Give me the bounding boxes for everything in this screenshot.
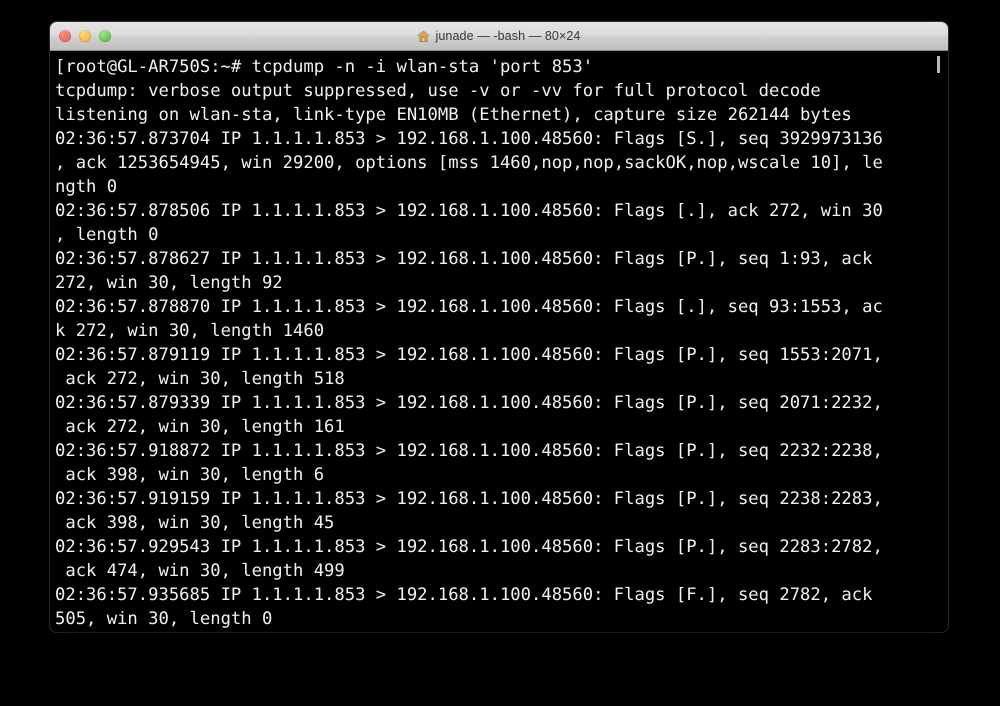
terminal-line: 02:36:57.878506 IP 1.1.1.1.853 > 192.168…	[55, 201, 883, 221]
window-title: junade — -bash — 80×24	[50, 29, 948, 43]
terminal-line: listening on wlan-sta, link-type EN10MB …	[55, 105, 852, 125]
window-title-bar[interactable]: junade — -bash — 80×24	[50, 22, 948, 51]
terminal-line: 505, win 30, length 0	[55, 609, 273, 629]
terminal-cursor	[937, 56, 940, 73]
terminal-line: ack 272, win 30, length 161	[55, 417, 345, 437]
terminal-output-area[interactable]: [root@GL-AR750S:~# tcpdump -n -i wlan-st…	[50, 51, 948, 632]
terminal-line: 02:36:57.879339 IP 1.1.1.1.853 > 192.168…	[55, 393, 883, 413]
terminal-line: 02:36:57.878627 IP 1.1.1.1.853 > 192.168…	[55, 249, 873, 269]
terminal-line: 02:36:57.879119 IP 1.1.1.1.853 > 192.168…	[55, 345, 883, 365]
zoom-button[interactable]	[99, 30, 111, 42]
terminal-line: ack 474, win 30, length 499	[55, 561, 345, 581]
close-button[interactable]	[59, 30, 71, 42]
terminal-text[interactable]: [root@GL-AR750S:~# tcpdump -n -i wlan-st…	[55, 55, 948, 631]
terminal-line: ngth 0	[55, 177, 118, 197]
terminal-line: , ack 1253654945, win 29200, options [ms…	[55, 153, 883, 173]
minimize-button[interactable]	[79, 30, 91, 42]
terminal-line: 272, win 30, length 92	[55, 273, 283, 293]
terminal-line: k 272, win 30, length 1460	[55, 321, 325, 341]
terminal-line: 02:36:57.873704 IP 1.1.1.1.853 > 192.168…	[55, 129, 883, 149]
home-icon	[417, 30, 431, 42]
terminal-window[interactable]: junade — -bash — 80×24 [root@GL-AR750S:~…	[50, 22, 948, 632]
terminal-line: 02:36:57.878870 IP 1.1.1.1.853 > 192.168…	[55, 297, 883, 317]
terminal-line: ack 398, win 30, length 45	[55, 513, 335, 533]
terminal-line: 02:36:57.935685 IP 1.1.1.1.853 > 192.168…	[55, 585, 873, 605]
terminal-line: ack 272, win 30, length 518	[55, 369, 345, 389]
terminal-line: 02:36:57.929543 IP 1.1.1.1.853 > 192.168…	[55, 537, 883, 557]
window-controls	[59, 22, 111, 50]
terminal-line: , length 0	[55, 225, 159, 245]
terminal-line: [root@GL-AR750S:~# tcpdump -n -i wlan-st…	[55, 57, 594, 77]
terminal-line: ack 398, win 30, length 6	[55, 465, 325, 485]
window-title-text: junade — -bash — 80×24	[435, 29, 581, 43]
terminal-line: tcpdump: verbose output suppressed, use …	[55, 81, 821, 101]
terminal-line: 02:36:57.918872 IP 1.1.1.1.853 > 192.168…	[55, 441, 883, 461]
desktop-background: junade — -bash — 80×24 [root@GL-AR750S:~…	[0, 0, 1000, 706]
terminal-line: 02:36:57.919159 IP 1.1.1.1.853 > 192.168…	[55, 489, 883, 509]
